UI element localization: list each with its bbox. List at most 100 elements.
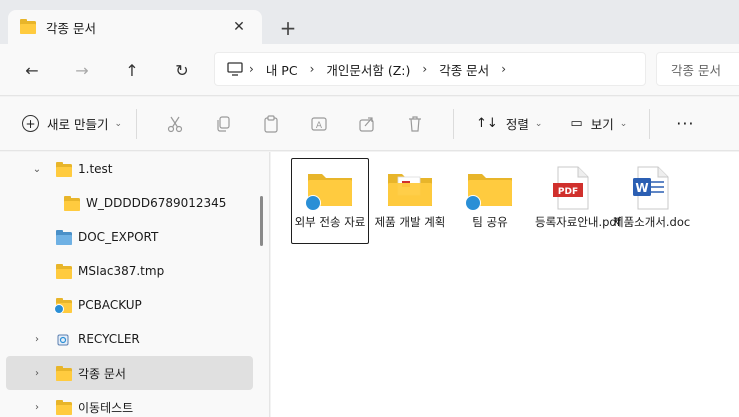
tree-item-label: 각종 문서 (78, 366, 126, 381)
folder-icon (56, 264, 72, 279)
view-label: 보기 (590, 117, 614, 132)
chevron-right-icon[interactable]: › (30, 400, 44, 414)
sort-label: 정렬 (505, 117, 529, 132)
pdf-badge-text: PDF (558, 187, 578, 197)
sort-button[interactable]: ↑↓ 정렬 ⌄ (476, 114, 542, 133)
word-file-icon: W (625, 166, 675, 210)
sort-icon: ↑↓ (476, 116, 498, 131)
shared-folder-icon (54, 298, 72, 314)
recycle-bin-icon (57, 334, 69, 346)
clipboard-icon (264, 114, 278, 133)
up-button[interactable]: ↑ (118, 56, 146, 84)
refresh-button[interactable]: ↻ (168, 56, 196, 84)
folder-with-document-icon (385, 167, 435, 209)
breadcrumb-separator: › (501, 62, 506, 76)
tree-item-msiac387[interactable]: MSIac387.tmp (6, 254, 253, 288)
chevron-down-icon: ⌄ (619, 118, 628, 129)
back-button[interactable]: ← (18, 56, 46, 84)
toolbar-divider (136, 108, 138, 139)
shared-folder-icon (465, 167, 515, 211)
folder-icon (56, 400, 72, 415)
search-input[interactable]: 각종 문서 (656, 52, 739, 86)
file-item-label: 제품소개서.doc (613, 215, 691, 229)
new-button-label: 새로 만들기 (47, 117, 109, 132)
file-item-label: 외부 전송 자료 (294, 215, 366, 229)
rename-icon: A (311, 116, 327, 131)
tree-item-doc-export[interactable]: DOC_EXPORT (6, 220, 253, 254)
chevron-down-icon: ⌄ (114, 118, 123, 129)
tree-item-label: W_DDDDD6789012345 (86, 196, 227, 210)
trash-icon (409, 115, 422, 132)
monitor-icon (227, 62, 243, 76)
copy-button[interactable] (208, 109, 238, 139)
paste-button[interactable] (256, 109, 286, 139)
breadcrumb-drive-z[interactable]: 개인문서함 (Z:) (326, 60, 410, 79)
view-button[interactable]: ▭ 보기 ⌄ (570, 114, 627, 133)
word-badge-text: W (635, 181, 648, 195)
chevron-right-icon[interactable]: › (30, 332, 44, 346)
more-options-button[interactable]: ··· (676, 114, 694, 133)
tree-item-pcbackup[interactable]: PCBACKUP (6, 288, 253, 322)
breadcrumb-documents[interactable]: 각종 문서 (439, 60, 489, 79)
breadcrumb-separator: › (249, 62, 254, 76)
shared-folder-icon (305, 167, 355, 211)
file-explorer-window: 각종 문서 ✕ + ← → ↑ ↻ › 내 PC › 개인문서함 (Z:) › … (0, 0, 739, 417)
breadcrumb-separator: › (309, 62, 315, 76)
tab-title: 각종 문서 (46, 20, 96, 36)
view-icon: ▭ (570, 116, 583, 131)
command-toolbar: + 새로 만들기 ⌄ A ↑↓ 정렬 ⌄ ▭ 보기 ⌄ ··· (0, 97, 739, 151)
cut-button[interactable] (160, 109, 190, 139)
rename-button[interactable]: A (304, 109, 334, 139)
tree-item-label: PCBACKUP (78, 298, 142, 312)
file-item-label: 등록자료안내.pdf (535, 215, 621, 229)
file-list-view: 외부 전송 자료 제품 개발 계획 팀 공유 PDF 등록자료안내.pdf W … (271, 152, 739, 417)
new-button[interactable]: + 새로 만들기 ⌄ (22, 114, 122, 133)
file-item[interactable]: PDF 등록자료안내.pdf (533, 158, 621, 244)
tree-item-move-test[interactable]: › 이동테스트 (6, 390, 253, 417)
folder-icon (20, 18, 36, 34)
tree-item-label: 1.test (78, 162, 113, 176)
copy-icon (217, 115, 230, 132)
address-row: ← → ↑ ↻ › 내 PC › 개인문서함 (Z:) › 각종 문서 › 각종… (0, 44, 739, 96)
tab-documents[interactable]: 각종 문서 ✕ (8, 10, 262, 44)
file-item[interactable]: 외부 전송 자료 (291, 158, 369, 244)
file-item[interactable]: 제품 개발 계획 (371, 158, 449, 244)
tree-item-documents[interactable]: › 각종 문서 (6, 356, 253, 390)
address-bar[interactable]: › 내 PC › 개인문서함 (Z:) › 각종 문서 › (214, 52, 646, 86)
file-item-label: 팀 공유 (472, 215, 508, 229)
tree-item-label: MSIac387.tmp (78, 264, 165, 278)
breadcrumb-separator: › (422, 62, 428, 76)
tree-item-label: 이동테스트 (78, 400, 134, 415)
folder-icon (56, 366, 72, 381)
tree-item-w-ddddd[interactable]: W_DDDDD6789012345 (6, 186, 253, 220)
folder-image-icon (56, 230, 72, 245)
folder-icon (56, 162, 72, 177)
toolbar-divider (453, 108, 455, 139)
chevron-down-icon: ⌄ (534, 118, 543, 129)
scissors-icon (167, 116, 183, 132)
svg-text:A: A (316, 121, 323, 131)
tree-item-label: DOC_EXPORT (78, 230, 159, 244)
close-icon[interactable]: ✕ (228, 16, 250, 38)
file-item[interactable]: W 제품소개서.doc (611, 158, 691, 244)
file-item-label: 제품 개발 계획 (374, 215, 446, 229)
delete-button[interactable] (400, 109, 430, 139)
chevron-down-icon[interactable]: ⌄ (30, 162, 44, 176)
share-button[interactable] (352, 109, 382, 139)
tree-item-recycler[interactable]: › RECYCLER (6, 322, 253, 356)
chevron-right-icon[interactable]: › (30, 366, 44, 380)
plus-circle-icon: + (22, 115, 39, 132)
pdf-file-icon: PDF (547, 166, 597, 210)
breadcrumb-my-pc[interactable]: 내 PC (266, 60, 298, 79)
new-tab-button[interactable]: + (274, 14, 302, 42)
sidebar-scrollbar[interactable] (260, 196, 263, 246)
tab-bar: 각종 문서 ✕ + (0, 0, 739, 44)
tree-item-label: RECYCLER (78, 332, 140, 346)
navigation-pane: ⌄ 1.test W_DDDDD6789012345 DOC_EXPORT MS… (0, 152, 270, 417)
file-item[interactable]: 팀 공유 (451, 158, 529, 244)
folder-icon (64, 196, 80, 211)
toolbar-divider (649, 108, 651, 139)
forward-button[interactable]: → (68, 56, 96, 84)
tree-item-1-test[interactable]: ⌄ 1.test (6, 152, 253, 186)
share-icon (359, 116, 374, 132)
